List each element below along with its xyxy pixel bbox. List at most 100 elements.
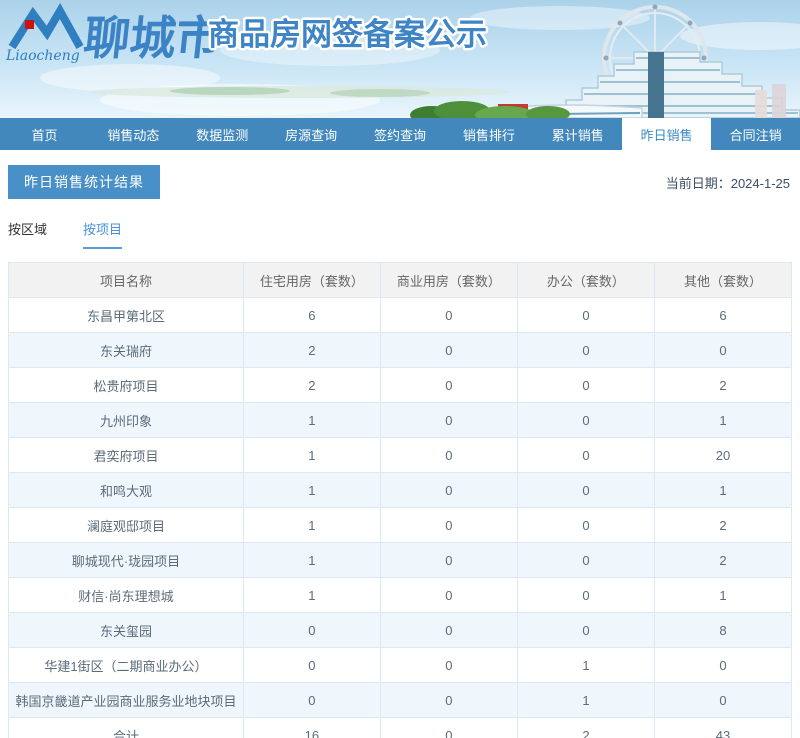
- sales-table: 项目名称住宅用房（套数）商业用房（套数）办公（套数）其他（套数） 东昌甲第北区6…: [8, 262, 792, 738]
- value-cell: 20: [654, 438, 791, 473]
- value-cell: 0: [517, 473, 654, 508]
- nav-item-yesterday-sales[interactable]: 昨日销售: [622, 118, 711, 150]
- main-content: 昨日销售统计结果 当前日期：2024-1-25 按区域 按项目 项目名称住宅用房（…: [0, 165, 800, 738]
- nav-item-housing-query[interactable]: 房源查询: [267, 118, 356, 150]
- column-header-project: 项目名称: [9, 263, 244, 298]
- value-cell: 2: [517, 718, 654, 738]
- value-cell: 1: [243, 438, 380, 473]
- logo-script-text: Liaocheng: [5, 48, 80, 64]
- value-cell: 0: [517, 578, 654, 613]
- value-cell: 0: [380, 648, 517, 683]
- page: Liaocheng 聊城市 商品房网签备案公示 首页销售动态数据监测房源查询签约…: [0, 0, 800, 738]
- value-cell: 0: [243, 613, 380, 648]
- project-name-cell: 华建1街区（二期商业办公）: [9, 648, 244, 683]
- current-date-label: 当前日期：: [666, 176, 731, 191]
- table-row: 君奕府项目10020: [9, 438, 792, 473]
- project-name-cell: 聊城现代·珑园项目: [9, 543, 244, 578]
- value-cell: 1: [654, 403, 791, 438]
- table-total-row: 合计160243: [9, 718, 792, 738]
- value-cell: 0: [517, 333, 654, 368]
- site-banner: Liaocheng 聊城市 商品房网签备案公示: [0, 0, 800, 118]
- nav-item-sales-ranking[interactable]: 销售排行: [444, 118, 533, 150]
- table-row: 和鸣大观1001: [9, 473, 792, 508]
- value-cell: 6: [654, 298, 791, 333]
- nav-item-signing-query[interactable]: 签约查询: [356, 118, 445, 150]
- value-cell: 0: [243, 648, 380, 683]
- value-cell: 8: [654, 613, 791, 648]
- project-name-cell: 合计: [9, 718, 244, 738]
- nav-item-cumulative-sales[interactable]: 累计销售: [533, 118, 622, 150]
- value-cell: 1: [243, 578, 380, 613]
- project-name-cell: 东关瑞府: [9, 333, 244, 368]
- value-cell: 0: [517, 368, 654, 403]
- value-cell: 0: [380, 508, 517, 543]
- value-cell: 1: [654, 473, 791, 508]
- value-cell: 0: [517, 613, 654, 648]
- value-cell: 0: [380, 438, 517, 473]
- project-name-cell: 韩国京畿道产业园商业服务业地块项目: [9, 683, 244, 718]
- table-row: 财信·尚东理想城1001: [9, 578, 792, 613]
- value-cell: 0: [654, 333, 791, 368]
- column-header-value: 商业用房（套数）: [380, 263, 517, 298]
- value-cell: 1: [654, 578, 791, 613]
- table-row: 九州印象1001: [9, 403, 792, 438]
- table-row: 松贵府项目2002: [9, 368, 792, 403]
- project-name-cell: 东昌甲第北区: [9, 298, 244, 333]
- value-cell: 0: [380, 718, 517, 738]
- city-name-text: 聊城市: [81, 11, 225, 65]
- project-name-cell: 和鸣大观: [9, 473, 244, 508]
- site-title-text: 商品房网签备案公示: [208, 17, 487, 52]
- table-row: 华建1街区（二期商业办公）0010: [9, 648, 792, 683]
- project-name-cell: 松贵府项目: [9, 368, 244, 403]
- nav-item-sales-dynamics[interactable]: 销售动态: [89, 118, 178, 150]
- column-header-value: 住宅用房（套数）: [243, 263, 380, 298]
- value-cell: 2: [654, 368, 791, 403]
- table-row: 东昌甲第北区6006: [9, 298, 792, 333]
- project-name-cell: 东关玺园: [9, 613, 244, 648]
- value-cell: 0: [517, 543, 654, 578]
- value-cell: 2: [654, 508, 791, 543]
- value-cell: 0: [380, 613, 517, 648]
- value-cell: 1: [517, 648, 654, 683]
- table-row: 聊城现代·珑园项目1002: [9, 543, 792, 578]
- value-cell: 0: [380, 473, 517, 508]
- main-nav: 首页销售动态数据监测房源查询签约查询销售排行累计销售昨日销售合同注销: [0, 118, 800, 150]
- view-tabs: 按区域 按项目: [8, 219, 792, 249]
- table-row: 东关瑞府2000: [9, 333, 792, 368]
- banner-art: Liaocheng 聊城市 商品房网签备案公示: [0, 0, 800, 118]
- table-row: 东关玺园0008: [9, 613, 792, 648]
- table-row: 韩国京畿道产业园商业服务业地块项目0010: [9, 683, 792, 718]
- value-cell: 0: [517, 298, 654, 333]
- value-cell: 0: [380, 333, 517, 368]
- value-cell: 0: [654, 683, 791, 718]
- nav-item-home[interactable]: 首页: [0, 118, 89, 150]
- nav-item-data-monitoring[interactable]: 数据监测: [178, 118, 267, 150]
- tab-by-project[interactable]: 按项目: [83, 219, 122, 249]
- value-cell: 1: [517, 683, 654, 718]
- value-cell: 0: [380, 368, 517, 403]
- value-cell: 1: [243, 473, 380, 508]
- value-cell: 16: [243, 718, 380, 738]
- column-header-value: 其他（套数）: [654, 263, 791, 298]
- value-cell: 1: [243, 543, 380, 578]
- project-name-cell: 君奕府项目: [9, 438, 244, 473]
- value-cell: 1: [243, 403, 380, 438]
- value-cell: 6: [243, 298, 380, 333]
- value-cell: 0: [517, 508, 654, 543]
- current-date-value: 2024-1-25: [731, 176, 790, 191]
- nav-item-contract-cancellation[interactable]: 合同注销: [711, 118, 800, 150]
- shoreline-art: [90, 86, 510, 98]
- title-row: 昨日销售统计结果 当前日期：2024-1-25: [8, 165, 792, 199]
- value-cell: 0: [380, 543, 517, 578]
- tab-by-region[interactable]: 按区域: [8, 219, 47, 249]
- value-cell: 0: [243, 683, 380, 718]
- value-cell: 43: [654, 718, 791, 738]
- value-cell: 1: [243, 508, 380, 543]
- value-cell: 0: [380, 298, 517, 333]
- column-header-value: 办公（套数）: [517, 263, 654, 298]
- project-name-cell: 财信·尚东理想城: [9, 578, 244, 613]
- value-cell: 0: [380, 578, 517, 613]
- page-title: 昨日销售统计结果: [8, 165, 160, 199]
- current-date: 当前日期：2024-1-25: [666, 173, 792, 192]
- project-name-cell: 澜庭观邸项目: [9, 508, 244, 543]
